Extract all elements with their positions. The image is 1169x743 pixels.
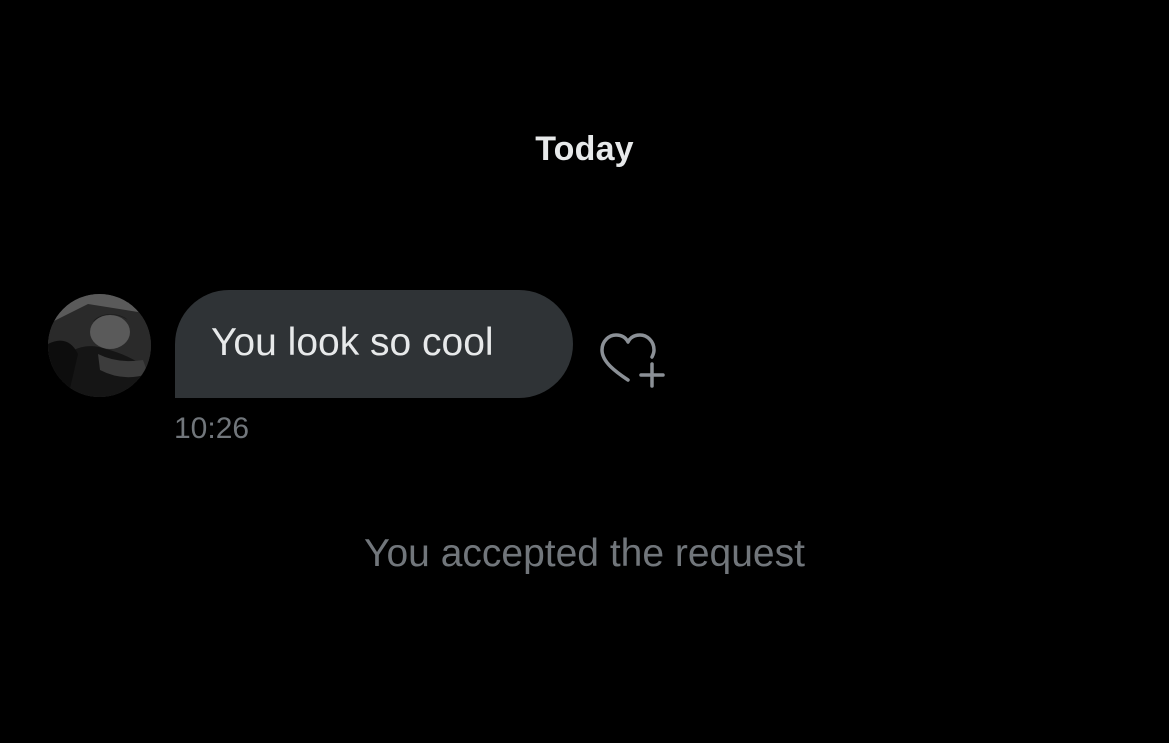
heart-plus-icon <box>600 333 665 388</box>
dm-conversation-screen: Today You look so cool 10:26 You accepte… <box>0 0 1169 743</box>
avatar-photo <box>48 294 151 397</box>
message-bubble[interactable]: You look so cool <box>175 290 573 398</box>
add-reaction-button[interactable] <box>596 328 672 394</box>
message-row: You look so cool 10:26 <box>48 290 748 460</box>
date-divider: Today <box>535 130 634 168</box>
avatar[interactable] <box>48 294 151 397</box>
message-text: You look so cool <box>211 321 494 364</box>
system-note: You accepted the request <box>364 532 805 575</box>
message-timestamp: 10:26 <box>174 412 250 445</box>
